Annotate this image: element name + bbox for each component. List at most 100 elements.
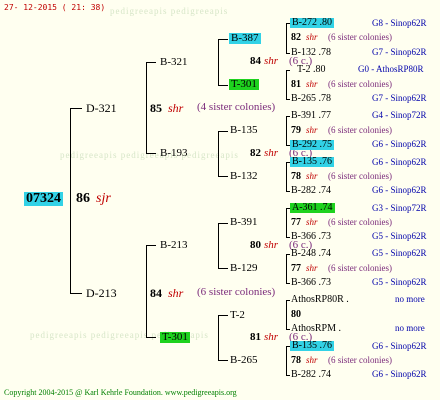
- gen3-code[interactable]: T-2: [230, 310, 245, 321]
- connector-line: [70, 108, 71, 294]
- gen3-code[interactable]: B-387: [229, 33, 261, 44]
- connector-line: [286, 300, 290, 301]
- connector-line: [218, 360, 228, 361]
- gen2-code[interactable]: B-193: [160, 148, 188, 159]
- gen3-breed: shr: [264, 239, 279, 251]
- gen3-year: 82: [250, 147, 261, 159]
- connector-line: [218, 315, 228, 316]
- watermark: pedigreeapis pedigreeapis pedigreeapis: [60, 150, 239, 160]
- gen4-note: (6 sister colonies): [328, 171, 392, 181]
- gen3-code[interactable]: B-265: [230, 355, 258, 366]
- gen4-breed: shr: [306, 79, 318, 89]
- gen3-code[interactable]: T-301: [229, 79, 259, 90]
- connector-line: [218, 39, 228, 40]
- gen4-lineage: G5 - Sinop62R: [372, 231, 427, 241]
- gen4-code[interactable]: AthosRPM .: [291, 324, 341, 334]
- gen4-breed: shr: [306, 125, 318, 135]
- gen4-note: (6 sister colonies): [328, 355, 392, 365]
- gen4-code[interactable]: B-282 .74: [291, 186, 331, 196]
- watermark: pedigreeapis pedigreeapis: [110, 6, 229, 16]
- gen4-lineage: G6 - Sinop62R: [372, 157, 427, 167]
- connector-line: [286, 191, 290, 192]
- gen4-code[interactable]: B-272 .80: [290, 18, 334, 28]
- connector-line: [286, 116, 290, 117]
- connector-line: [218, 39, 219, 86]
- connector-line: [286, 70, 290, 71]
- connector-line: [218, 223, 219, 269]
- connector-line: [146, 62, 147, 154]
- gen3-year: 81: [250, 331, 261, 343]
- gen1-code[interactable]: D-321: [86, 102, 117, 114]
- gen4-lineage: G4 - Sinop72R: [372, 110, 427, 120]
- gen4-year: 82: [291, 32, 301, 43]
- connector-line: [70, 108, 82, 109]
- connector-line: [286, 53, 290, 54]
- connector-line: [286, 70, 287, 100]
- connector-line: [286, 237, 290, 238]
- gen4-code[interactable]: A-361 .74: [290, 203, 335, 213]
- report-date: 27- 12-2015 ( 21: 38): [4, 3, 106, 12]
- connector-line: [286, 208, 287, 238]
- copyright-footer: Copyright 2004-2015 @ Karl Kehrle Founda…: [4, 388, 237, 397]
- connector-line: [146, 153, 156, 154]
- connector-line: [146, 337, 156, 338]
- gen4-code[interactable]: B-135 .76: [290, 157, 334, 167]
- connector-line: [286, 23, 287, 54]
- gen4-note: (6 sister colonies): [328, 32, 392, 42]
- connector-line: [286, 116, 287, 146]
- gen4-code[interactable]: B-132 .78: [291, 48, 331, 58]
- gen4-note: (6 sister colonies): [328, 79, 392, 89]
- gen4-code[interactable]: B-391 .77: [291, 111, 331, 121]
- gen1-note: (6 sister colonies): [197, 286, 276, 298]
- connector-line: [286, 329, 290, 330]
- gen4-code[interactable]: B-366 .73: [291, 232, 331, 242]
- gen4-lineage: G6 - Sinop62R: [372, 341, 427, 351]
- gen4-note: (6 sister colonies): [328, 125, 392, 135]
- gen3-code[interactable]: B-135: [230, 125, 258, 136]
- root-breed: sjr: [96, 191, 111, 206]
- connector-line: [286, 99, 290, 100]
- connector-line: [218, 268, 228, 269]
- gen4-code[interactable]: B-248 .74: [291, 249, 331, 259]
- connector-line: [218, 223, 228, 224]
- gen4-code[interactable]: T-2 .80: [297, 65, 326, 75]
- gen1-year: 84: [150, 286, 162, 300]
- gen4-code[interactable]: B-282 .74: [291, 370, 331, 380]
- gen3-code[interactable]: B-391: [230, 217, 258, 228]
- gen4-code[interactable]: B-292 .75: [290, 140, 334, 150]
- gen2-code[interactable]: B-321: [160, 57, 188, 68]
- connector-line: [286, 254, 287, 284]
- gen2-code[interactable]: B-213: [160, 240, 188, 251]
- gen4-year: 78: [291, 355, 301, 366]
- gen4-lineage: G5 - Sinop62R: [372, 248, 427, 258]
- gen4-lineage: G6 - Sinop62R: [372, 369, 427, 379]
- connector-line: [286, 300, 287, 330]
- gen3-breed: shr: [264, 147, 279, 159]
- gen1-breed: shr: [168, 286, 184, 300]
- root-code[interactable]: 07324: [24, 192, 63, 206]
- gen4-year: 79: [291, 125, 301, 136]
- connector-line: [218, 131, 228, 132]
- gen3-code[interactable]: B-132: [230, 171, 258, 182]
- gen4-note: (6 sister colonies): [328, 217, 392, 227]
- gen4-breed: shr: [306, 32, 318, 42]
- gen4-year: 81: [291, 79, 301, 90]
- gen3-breed: shr: [264, 55, 279, 67]
- gen3-code[interactable]: B-129: [230, 263, 258, 274]
- connector-line: [218, 131, 219, 177]
- gen2-code[interactable]: T-301: [160, 332, 190, 343]
- connector-line: [286, 375, 290, 376]
- gen4-code[interactable]: AthosRP80R .: [291, 295, 349, 305]
- gen4-code[interactable]: B-265 .78: [291, 94, 331, 104]
- gen4-lineage: G6 - Sinop62R: [372, 139, 427, 149]
- connector-line: [70, 293, 82, 294]
- gen3-year: 80: [250, 239, 261, 251]
- gen4-code[interactable]: B-366 .73: [291, 278, 331, 288]
- gen4-year: 77: [291, 263, 301, 274]
- gen4-year: 77: [291, 217, 301, 228]
- gen4-code[interactable]: B-135 .76: [290, 341, 334, 351]
- connector-line: [286, 162, 287, 192]
- connector-line: [286, 283, 290, 284]
- gen4-lineage: G7 - Sinop62R: [372, 93, 427, 103]
- gen1-code[interactable]: D-213: [86, 287, 117, 299]
